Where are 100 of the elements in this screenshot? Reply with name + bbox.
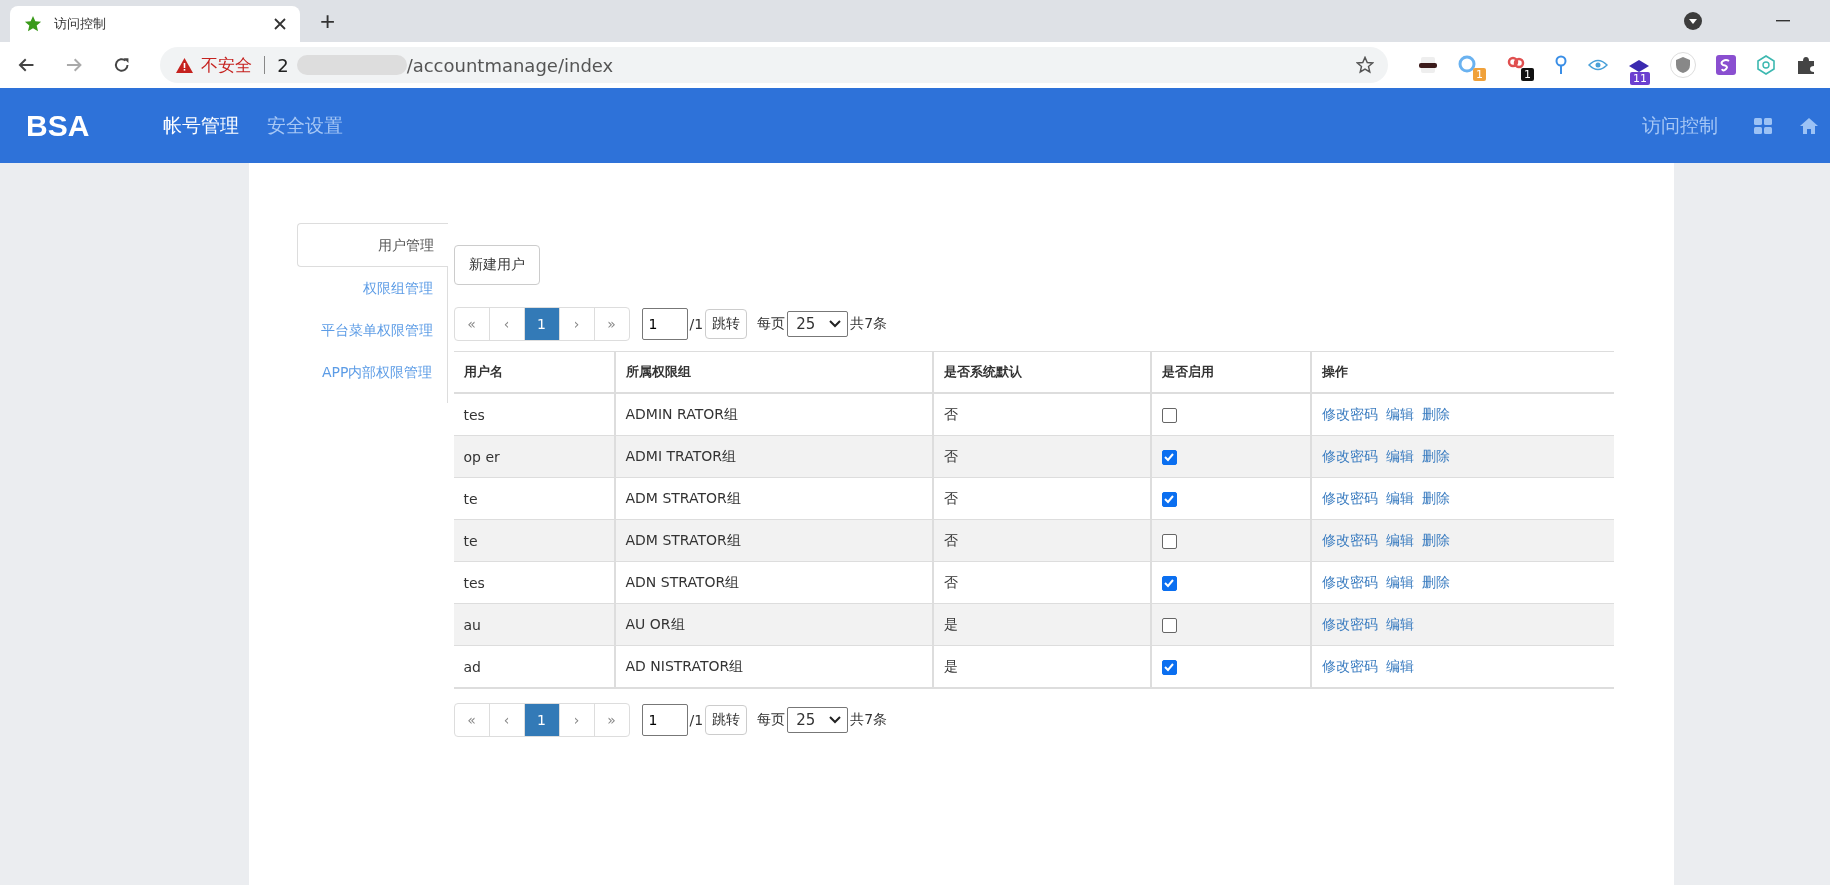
grid-icon[interactable] [1754, 117, 1772, 134]
per-page-select[interactable]: 25 [787, 311, 849, 337]
sidebar-tab[interactable]: 权限组管理 [296, 267, 447, 309]
minimize-icon[interactable] [1776, 20, 1790, 22]
action-link[interactable]: 删除 [1421, 447, 1450, 464]
action-link[interactable]: 编辑 [1385, 657, 1414, 674]
table-cell: AD NISTRATOR组 [614, 645, 933, 688]
security-warning: 不安全 [201, 53, 253, 77]
new-user-button[interactable]: 新建用户 [453, 245, 540, 285]
action-link[interactable]: 修改密码 [1321, 405, 1378, 422]
nav-link[interactable]: 安全设置 [267, 112, 344, 139]
page-button[interactable]: 1 [523, 704, 559, 736]
table-cell: op er [453, 435, 615, 478]
extension-badge: 11 [1630, 71, 1650, 85]
page-input[interactable]: 1 [641, 704, 688, 736]
table-cell: tes [453, 561, 615, 604]
action-link[interactable]: 修改密码 [1321, 657, 1378, 674]
close-icon[interactable] [274, 18, 286, 30]
action-link[interactable]: 修改密码 [1321, 447, 1378, 464]
extension-square-icon[interactable] [1716, 55, 1736, 75]
page-button[interactable]: 1 [523, 308, 559, 340]
action-link[interactable]: 删除 [1421, 573, 1450, 590]
extension-badge: 1 [1473, 68, 1486, 81]
table-cell: au [453, 603, 615, 646]
nav-link[interactable]: 帐号管理 [163, 112, 240, 139]
column-header: 是否启用 [1150, 351, 1311, 393]
sidebar-tab[interactable]: APP内部权限管理 [296, 351, 447, 393]
per-page-select[interactable]: 25 [787, 707, 849, 733]
chevron-icon [829, 716, 842, 724]
browser-tab[interactable]: 访问控制 [10, 6, 300, 42]
sidebar-tab[interactable]: 用户管理 [296, 223, 448, 267]
action-link[interactable]: 编辑 [1385, 447, 1414, 464]
table-cell: 是 [932, 645, 1151, 688]
action-link[interactable]: 编辑 [1385, 405, 1414, 422]
back-icon[interactable] [18, 56, 36, 74]
table-cell: 否 [932, 435, 1151, 478]
table-cell: ADMI TRATOR组 [614, 435, 933, 478]
sidebar-tab[interactable]: 平台菜单权限管理 [296, 309, 447, 351]
first-page-button[interactable]: « [454, 308, 489, 340]
next-page-button[interactable]: › [558, 308, 594, 340]
action-link[interactable]: 删除 [1421, 531, 1450, 548]
new-tab-button[interactable]: + [314, 5, 342, 37]
per-page-label: 每页 [757, 315, 786, 333]
total-count: 共7条 [850, 711, 888, 729]
action-link[interactable]: 编辑 [1385, 615, 1414, 632]
table-cell: 是 [932, 603, 1151, 646]
table-cell: te [453, 519, 615, 562]
column-header: 是否系统默认 [932, 351, 1151, 393]
action-link[interactable]: 删除 [1421, 405, 1450, 422]
last-page-button[interactable]: » [593, 308, 629, 340]
total-pages: /1 [689, 316, 704, 332]
previous-page-button[interactable]: ‹ [488, 704, 524, 736]
action-link[interactable]: 编辑 [1385, 531, 1414, 548]
chevron-icon [829, 320, 842, 328]
first-page-button[interactable]: « [454, 704, 489, 736]
enabled-checkbox[interactable] [1161, 575, 1177, 591]
address-bar[interactable]: 不安全 2 /accountmanage/index [160, 47, 1388, 83]
dropdown-icon[interactable] [1684, 12, 1702, 30]
enabled-checkbox[interactable] [1161, 617, 1177, 633]
action-link[interactable]: 修改密码 [1321, 489, 1378, 506]
total-count: 共7条 [850, 315, 888, 333]
jump-button[interactable]: 跳转 [705, 309, 748, 339]
page-input[interactable]: 1 [641, 308, 688, 340]
column-header: 用户名 [453, 351, 615, 393]
column-header: 所属权限组 [614, 351, 933, 393]
table-cell: 否 [932, 519, 1151, 562]
action-link[interactable]: 修改密码 [1321, 573, 1378, 590]
action-link[interactable]: 编辑 [1385, 489, 1414, 506]
logo: BSA [26, 108, 90, 143]
enabled-checkbox[interactable] [1161, 449, 1177, 465]
warning-icon [176, 57, 194, 73]
bookmark-star-icon[interactable] [1356, 56, 1374, 74]
table-cell: ADM STRATOR组 [614, 519, 933, 562]
puzzle-icon[interactable] [1796, 55, 1816, 75]
per-page-label: 每页 [757, 711, 786, 729]
enabled-checkbox[interactable] [1161, 407, 1177, 423]
table-cell: ad [453, 645, 615, 688]
action-link[interactable]: 修改密码 [1321, 531, 1378, 548]
nav-link[interactable]: 访问控制 [1642, 112, 1718, 139]
enabled-checkbox[interactable] [1161, 491, 1177, 507]
last-page-button[interactable]: » [593, 704, 629, 736]
action-link[interactable]: 修改密码 [1321, 615, 1378, 632]
column-header: 操作 [1310, 351, 1614, 393]
enabled-checkbox[interactable] [1161, 659, 1177, 675]
pin-icon[interactable] [1554, 55, 1568, 75]
url-host: 2 [277, 54, 289, 76]
enabled-checkbox[interactable] [1161, 533, 1177, 549]
action-link[interactable]: 编辑 [1385, 573, 1414, 590]
reload-icon[interactable] [112, 56, 131, 74]
next-page-button[interactable]: › [558, 704, 594, 736]
action-link[interactable]: 删除 [1421, 489, 1450, 506]
eye-icon[interactable] [1588, 58, 1608, 72]
previous-page-button[interactable]: ‹ [488, 308, 524, 340]
jump-button[interactable]: 跳转 [705, 705, 748, 735]
url-path: /accountmanage/index [406, 54, 614, 76]
table-cell: tes [453, 393, 615, 436]
star-icon [24, 15, 42, 33]
home-icon[interactable] [1800, 117, 1818, 134]
shield-icon[interactable] [1670, 52, 1696, 78]
tab-title: 访问控制 [54, 15, 107, 33]
